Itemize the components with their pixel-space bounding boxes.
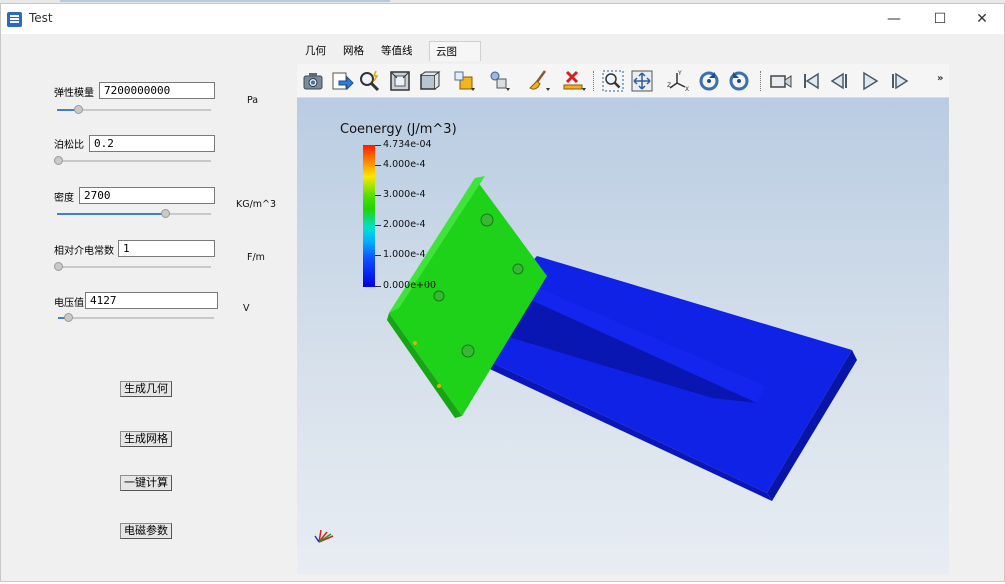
pan-icon[interactable] <box>630 69 654 93</box>
legend-tick <box>375 195 381 196</box>
zoom-magic-icon[interactable] <box>358 69 382 93</box>
generate-mesh-button[interactable]: 生成网格 <box>120 431 172 447</box>
legend-tick <box>375 286 381 287</box>
relative-permittivity-slider[interactable] <box>54 262 211 272</box>
toolbar-separator <box>593 71 595 91</box>
legend-tick <box>375 225 381 226</box>
prev-frame-icon[interactable] <box>828 69 852 93</box>
svg-text:X: X <box>685 86 689 93</box>
poisson-ratio-label: 泊松比 <box>54 140 84 151</box>
title-bar: Test — ☐ ✕ <box>1 4 1004 34</box>
poisson-ratio-slider[interactable] <box>54 156 211 166</box>
elastic-modulus-label: 弹性模量 <box>54 88 94 99</box>
play-icon[interactable] <box>858 69 882 93</box>
export-icon[interactable] <box>330 69 354 93</box>
tab-cloud-map[interactable]: 云图 <box>429 41 481 61</box>
voltage-label: 电压值 <box>54 298 84 309</box>
legend-tick-label: 1.000e-4 <box>383 249 426 260</box>
density-label: 密度 <box>54 193 74 204</box>
legend-tick-label: 2.000e-4 <box>383 219 426 230</box>
bolt-hole <box>480 213 494 227</box>
generate-geometry-button[interactable]: 生成几何 <box>120 381 172 397</box>
bolt-hole <box>461 344 475 358</box>
hole-hotspot <box>437 384 441 388</box>
first-frame-icon[interactable] <box>799 69 823 93</box>
toolbar-separator-2 <box>760 71 762 91</box>
toolbar-more-icon[interactable]: » <box>937 73 943 84</box>
poisson-ratio-field[interactable]: 0.2 <box>89 135 215 152</box>
rotate-ccw-icon[interactable] <box>727 69 751 93</box>
hole-hotspot <box>413 341 417 345</box>
svg-text:Y: Y <box>677 70 682 77</box>
legend-tick <box>375 165 381 166</box>
box-icon[interactable] <box>417 69 441 93</box>
legend-tick <box>375 255 381 256</box>
app-icon <box>7 12 22 27</box>
legend-tick-label: 3.000e-4 <box>383 189 426 200</box>
clear-red-x-icon[interactable] <box>562 69 586 93</box>
legend-title: Coenergy (J/m^3) <box>340 122 457 137</box>
clean-brush-icon[interactable] <box>527 69 551 93</box>
render-viewport[interactable]: Coenergy (J/m^3) 4.734e-04 4.000e-4 3.00… <box>297 98 949 574</box>
voltage-field[interactable]: 4127 <box>85 292 218 309</box>
axes-icon[interactable]: Y X Z <box>667 69 691 93</box>
tab-mesh[interactable]: 网格 <box>337 41 370 61</box>
em-params-button[interactable]: 电磁参数 <box>120 523 172 539</box>
elastic-modulus-slider[interactable] <box>57 105 211 115</box>
density-slider[interactable] <box>57 209 211 219</box>
zoom-box-icon[interactable] <box>601 69 625 93</box>
camera-icon[interactable] <box>301 69 325 93</box>
tab-contour[interactable]: 等值线 <box>375 41 419 61</box>
elastic-modulus-field[interactable]: 7200000000 <box>99 82 215 99</box>
relative-permittivity-field[interactable]: 1 <box>118 240 215 257</box>
voltage-slider[interactable] <box>58 313 214 323</box>
minimize-button[interactable]: — <box>871 4 917 34</box>
relative-permittivity-label: 相对介电常数 <box>54 246 114 257</box>
voltage-unit: V <box>243 303 250 314</box>
density-unit: KG/m^3 <box>236 199 277 210</box>
rotate-cw-icon[interactable] <box>697 69 721 93</box>
elastic-modulus-unit: Pa <box>247 95 259 106</box>
last-frame-icon[interactable] <box>887 69 911 93</box>
close-button[interactable]: ✕ <box>959 4 1005 34</box>
video-icon[interactable] <box>769 69 793 93</box>
legend-tick-label: 4.734e-04 <box>383 139 432 150</box>
top-strip-highlight <box>60 0 390 2</box>
bolt-hole <box>433 290 445 302</box>
orientation-z-axis <box>314 535 320 543</box>
parts-icon[interactable] <box>452 69 476 93</box>
window-title: Test <box>29 11 53 25</box>
color-bar <box>363 145 375 287</box>
fit-box-icon[interactable] <box>388 69 412 93</box>
legend-tick-label: 4.000e-4 <box>383 159 426 170</box>
main-window: Test — ☐ ✕ 弹性模量 7200000000 Pa 泊松比 0.2 密度… <box>0 3 1005 582</box>
maximize-button[interactable]: ☐ <box>917 4 963 34</box>
legend-tick <box>375 145 381 146</box>
bolt-hole <box>512 263 524 275</box>
tab-geometry[interactable]: 几何 <box>299 41 332 61</box>
legend-tick-label: 0.000e+00 <box>383 280 437 291</box>
density-field[interactable]: 2700 <box>79 187 215 204</box>
svg-text:Z: Z <box>667 82 671 89</box>
relative-permittivity-unit: F/m <box>247 252 265 263</box>
light-icon[interactable] <box>487 69 511 93</box>
toolbar: Y X Z » <box>297 64 949 98</box>
compute-button[interactable]: 一键计算 <box>120 475 172 491</box>
